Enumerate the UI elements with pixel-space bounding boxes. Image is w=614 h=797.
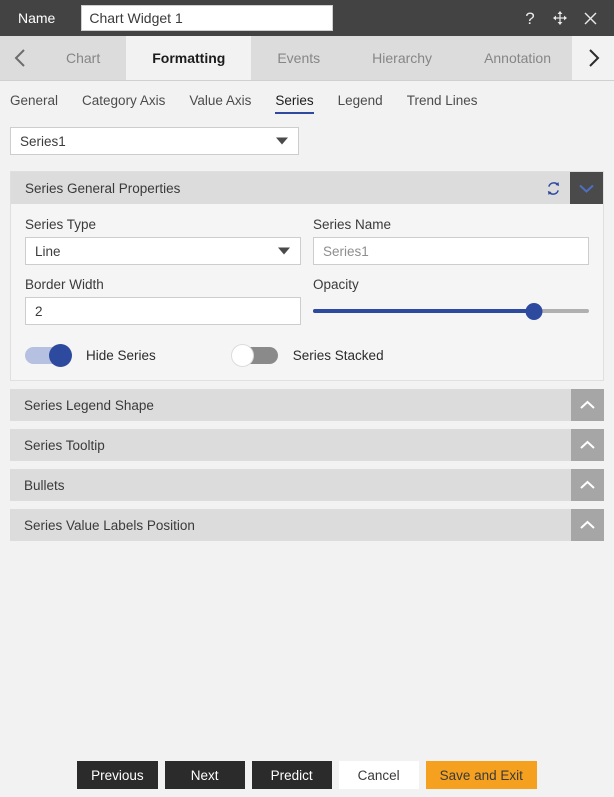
caret-down-icon — [276, 137, 288, 145]
row-border-width-opacity: Border Width 2 Opacity — [25, 277, 589, 325]
panel-header-actions — [571, 509, 604, 541]
series-stacked-toggle[interactable] — [230, 344, 278, 367]
subtab-value-axis[interactable]: Value Axis — [189, 93, 251, 114]
panel-title: Series Value Labels Position — [24, 517, 195, 533]
subtab-category-axis[interactable]: Category Axis — [82, 93, 165, 114]
hide-series-toggle[interactable] — [25, 344, 72, 367]
subtab-general[interactable]: General — [10, 93, 58, 114]
main-tab-strip: Chart Formatting Events Hierarchy Annota… — [0, 36, 614, 81]
panel-title: Series Tooltip — [24, 437, 105, 453]
panel-header-series-tooltip[interactable]: Series Tooltip — [10, 429, 604, 461]
move-arrows-icon[interactable] — [550, 7, 570, 29]
panel-list: Series General Properties Series Type Li… — [0, 155, 614, 541]
panel-bullets: Bullets — [10, 469, 604, 501]
close-icon[interactable] — [580, 7, 600, 29]
title-bar: Name Chart Widget 1 ? — [0, 0, 614, 36]
tab-annotation[interactable]: Annotation — [458, 36, 572, 80]
save-and-exit-button[interactable]: Save and Exit — [425, 761, 537, 789]
tab-list: Chart Formatting Events Hierarchy Annota… — [40, 36, 572, 80]
border-width-input[interactable]: 2 — [25, 297, 301, 325]
subtab-series[interactable]: Series — [275, 93, 314, 114]
panel-header-actions — [536, 172, 603, 204]
panel-title: Bullets — [24, 477, 65, 493]
subtab-legend[interactable]: Legend — [338, 93, 383, 114]
field-border-width: Border Width 2 — [25, 277, 301, 325]
tabs-scroll-left-chevron-left-icon[interactable] — [0, 36, 40, 80]
name-label: Name — [18, 10, 56, 26]
panel-series-tooltip: Series Tooltip — [10, 429, 604, 461]
series-type-value: Line — [35, 243, 61, 259]
panel-expand-chevron-up-icon[interactable] — [571, 389, 604, 421]
border-width-label: Border Width — [25, 277, 104, 292]
field-opacity: Opacity — [313, 277, 589, 325]
tab-hierarchy[interactable]: Hierarchy — [346, 36, 458, 80]
window-controls: ? — [520, 7, 604, 29]
help-icon[interactable]: ? — [520, 7, 540, 29]
series-select-value: Series1 — [20, 133, 66, 149]
panel-header-series-general-properties[interactable]: Series General Properties — [11, 172, 603, 204]
refresh-icon[interactable] — [536, 172, 570, 204]
previous-button[interactable]: Previous — [77, 761, 158, 789]
series-selector-wrapper: Series1 — [0, 114, 614, 155]
panel-header-series-legend-shape[interactable]: Series Legend Shape — [10, 389, 604, 421]
field-series-type: Series Type Line — [25, 217, 301, 265]
panel-header-actions — [571, 389, 604, 421]
tabs-scroll-right-chevron-right-icon[interactable] — [572, 36, 614, 80]
panel-header-actions — [571, 429, 604, 461]
predict-button[interactable]: Predict — [251, 761, 332, 789]
tab-events[interactable]: Events — [251, 36, 346, 80]
panel-header-bullets[interactable]: Bullets — [10, 469, 604, 501]
row-series-type-name: Series Type Line Series Name Series1 — [25, 217, 589, 265]
toggle-group-hide-series: Hide Series — [25, 344, 156, 367]
subtab-trend-lines[interactable]: Trend Lines — [407, 93, 478, 114]
sub-tab-list: General Category Axis Value Axis Series … — [0, 81, 614, 114]
series-type-select[interactable]: Line — [25, 237, 301, 265]
panel-header-actions — [571, 469, 604, 501]
row-toggles: Hide Series Series Stacked — [25, 344, 589, 367]
toggle-knob — [230, 344, 254, 367]
cancel-button[interactable]: Cancel — [338, 761, 419, 789]
series-name-input[interactable]: Series1 — [313, 237, 589, 265]
toggle-group-series-stacked: Series Stacked — [230, 344, 384, 367]
footer-button-bar: Previous Next Predict Cancel Save and Ex… — [0, 761, 614, 789]
tab-formatting[interactable]: Formatting — [126, 36, 252, 80]
tab-chart[interactable]: Chart — [40, 36, 126, 80]
panel-collapse-chevron-down-icon[interactable] — [570, 172, 603, 204]
slider-thumb[interactable] — [525, 302, 543, 320]
panel-series-legend-shape: Series Legend Shape — [10, 389, 604, 421]
slider-fill — [313, 309, 534, 313]
series-stacked-label: Series Stacked — [292, 348, 384, 363]
panel-title: Series Legend Shape — [24, 397, 154, 413]
panel-title: Series General Properties — [25, 180, 181, 196]
toggle-knob — [49, 344, 72, 367]
widget-name-input[interactable]: Chart Widget 1 — [81, 5, 334, 31]
opacity-label: Opacity — [313, 277, 359, 292]
panel-header-series-value-labels-position[interactable]: Series Value Labels Position — [10, 509, 604, 541]
opacity-slider[interactable] — [313, 297, 589, 325]
panel-expand-chevron-up-icon[interactable] — [571, 429, 604, 461]
next-button[interactable]: Next — [164, 761, 245, 789]
panel-expand-chevron-up-icon[interactable] — [571, 469, 604, 501]
series-select[interactable]: Series1 — [10, 127, 299, 155]
series-type-label: Series Type — [25, 217, 97, 232]
panel-expand-chevron-up-icon[interactable] — [571, 509, 604, 541]
series-name-label: Series Name — [313, 217, 392, 232]
panel-series-value-labels-position: Series Value Labels Position — [10, 509, 604, 541]
hide-series-label: Hide Series — [86, 348, 156, 363]
panel-body-series-general-properties: Series Type Line Series Name Series1 Bor… — [11, 204, 603, 380]
panel-series-general-properties: Series General Properties Series Type Li… — [10, 171, 604, 381]
caret-down-icon — [278, 247, 290, 255]
field-series-name: Series Name Series1 — [313, 217, 589, 265]
